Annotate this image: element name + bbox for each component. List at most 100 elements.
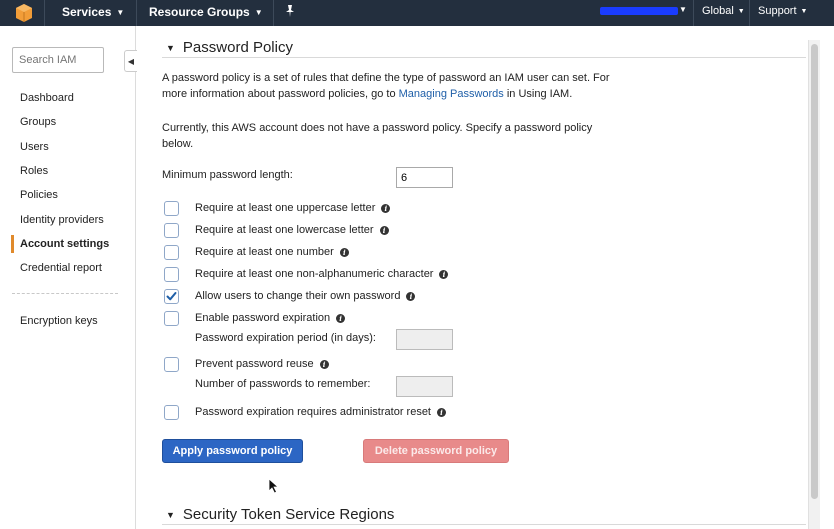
sidebar-item-roles[interactable]: Roles — [0, 159, 135, 183]
account-name[interactable] — [600, 7, 678, 15]
admin-reset-checkbox[interactable] — [164, 404, 179, 420]
info-icon[interactable]: i — [406, 291, 416, 301]
option-label: Prevent password reuse i — [195, 358, 329, 370]
sidebar-item-label: Identity providers — [20, 213, 104, 226]
expiration-period-label: Password expiration period (in days): — [195, 332, 376, 344]
option-text: Password expiration requires administrat… — [195, 406, 431, 418]
option-label: Require at least one number i — [195, 246, 349, 258]
sidebar-item-credential-report[interactable]: Credential report — [0, 256, 135, 280]
option-text: Prevent password reuse — [195, 358, 314, 370]
services-menu[interactable]: Services ▼ — [62, 5, 124, 19]
main-scrollbar[interactable] — [808, 40, 820, 529]
remember-count-input[interactable] — [396, 376, 453, 397]
non-alphanumeric-checkbox[interactable] — [164, 266, 179, 282]
option-text: Enable password expiration — [195, 312, 331, 324]
chevron-down-icon: ▼ — [254, 7, 263, 17]
min-length-label: Minimum password length: — [162, 169, 293, 181]
collapse-triangle-icon: ▼ — [166, 509, 175, 520]
sidebar-item-label: Account settings — [20, 237, 110, 250]
support-label: Support — [758, 5, 797, 17]
prevent-reuse-checkbox[interactable] — [164, 356, 179, 372]
sidebar-item-label: Encryption keys — [20, 315, 98, 328]
option-label: Password expiration requires administrat… — [195, 406, 446, 418]
pushpin-icon[interactable] — [284, 4, 296, 18]
option-text: Allow users to change their own password — [195, 290, 401, 302]
section-title: Password Policy — [182, 39, 293, 56]
option-allow-change[interactable]: Allow users to change their own password… — [164, 288, 416, 304]
collapse-triangle-icon: ▼ — [166, 42, 175, 53]
nav-divider — [749, 0, 750, 26]
option-text: Require at least one lowercase letter — [195, 224, 374, 236]
checkmark-icon — [166, 291, 177, 300]
option-text: Require at least one number — [195, 246, 334, 258]
info-icon[interactable]: i — [379, 225, 389, 235]
apply-password-policy-button[interactable]: Apply password policy — [162, 439, 303, 463]
mouse-cursor-icon — [268, 478, 280, 494]
info-icon[interactable]: i — [319, 359, 329, 369]
aws-cube-icon[interactable] — [14, 3, 34, 23]
expiration-period-input[interactable] — [396, 329, 453, 350]
search-iam-input[interactable] — [12, 47, 104, 73]
managing-passwords-link[interactable]: Managing Passwords — [399, 88, 504, 100]
option-non-alphanumeric[interactable]: Require at least one non-alphanumeric ch… — [164, 266, 449, 282]
resource-groups-menu[interactable]: Resource Groups ▼ — [149, 5, 263, 19]
lowercase-checkbox[interactable] — [164, 222, 179, 238]
sts-regions-header[interactable]: ▼ Security Token Service Regions — [162, 505, 806, 525]
remember-label: Number of passwords to remember: — [195, 378, 371, 390]
option-text: Require at least one non-alphanumeric ch… — [195, 268, 434, 280]
option-label: Require at least one non-alphanumeric ch… — [195, 268, 449, 280]
sidebar-item-label: Policies — [20, 189, 58, 202]
resource-groups-label: Resource Groups — [149, 5, 250, 19]
option-number[interactable]: Require at least one number i — [164, 244, 349, 260]
sidebar-item-label: Roles — [20, 165, 49, 178]
sidebar-item-label: Dashboard — [20, 92, 74, 105]
sidebar-menu: Dashboard Groups Users Roles Policies Id… — [0, 86, 135, 280]
option-text: Require at least one uppercase letter — [195, 202, 376, 214]
sidebar-item-dashboard[interactable]: Dashboard — [0, 86, 135, 110]
option-uppercase[interactable]: Require at least one uppercase letter i — [164, 200, 391, 216]
services-label: Services — [62, 5, 112, 19]
support-menu[interactable]: Support ▼ — [758, 5, 807, 17]
option-lowercase[interactable]: Require at least one lowercase letter i — [164, 222, 389, 238]
option-label: Require at least one uppercase letter i — [195, 202, 391, 214]
expiration-checkbox[interactable] — [164, 310, 179, 326]
sidebar-item-label: Groups — [20, 116, 57, 129]
allow-change-checkbox[interactable] — [164, 288, 179, 304]
chevron-down-icon: ▼ — [800, 7, 808, 15]
nav-divider — [273, 0, 274, 26]
info-icon[interactable]: i — [437, 407, 446, 417]
chevron-down-icon: ▼ — [116, 7, 125, 17]
option-admin-reset[interactable]: Password expiration requires administrat… — [164, 404, 446, 420]
section-title: Security Token Service Regions — [182, 506, 395, 523]
password-policy-intro: A password policy is a set of rules that… — [162, 70, 622, 102]
info-icon[interactable]: i — [339, 247, 349, 257]
uppercase-checkbox[interactable] — [164, 200, 179, 216]
info-icon[interactable]: i — [336, 313, 346, 323]
sidebar-divider — [12, 293, 118, 294]
delete-password-policy-button[interactable]: Delete password policy — [363, 439, 509, 463]
sidebar-item-policies[interactable]: Policies — [0, 183, 135, 207]
sidebar-item-users[interactable]: Users — [0, 135, 135, 159]
info-icon[interactable]: i — [381, 203, 391, 213]
sidebar-item-encryption-keys[interactable]: Encryption keys — [0, 309, 135, 333]
sidebar-item-groups[interactable]: Groups — [0, 110, 135, 134]
scrollbar-thumb[interactable] — [811, 44, 818, 499]
password-policy-header[interactable]: ▼ Password Policy — [162, 38, 806, 58]
info-icon[interactable]: i — [439, 269, 449, 279]
password-policy-status: Currently, this AWS account does not hav… — [162, 122, 593, 150]
top-navigation-bar: Services ▼ Resource Groups ▼ ▼ Global ▼ … — [0, 0, 834, 26]
option-expiration[interactable]: Enable password expiration i — [164, 310, 346, 326]
nav-divider — [136, 0, 137, 26]
sidebar-item-account-settings[interactable]: Account settings — [0, 232, 135, 256]
collapse-sidebar-button[interactable]: ◀ — [124, 50, 137, 72]
sidebar-item-identity-providers[interactable]: Identity providers — [0, 207, 135, 231]
min-length-input[interactable] — [396, 167, 453, 188]
option-label: Enable password expiration i — [195, 312, 346, 324]
option-prevent-reuse[interactable]: Prevent password reuse i — [164, 356, 329, 372]
chevron-down-icon: ▼ — [737, 7, 745, 15]
region-menu[interactable]: Global ▼ — [702, 5, 745, 17]
number-checkbox[interactable] — [164, 244, 179, 260]
intro-text-suffix: in Using IAM. — [503, 88, 573, 100]
chevron-down-icon: ▼ — [679, 5, 687, 14]
sidebar-item-label: Users — [20, 140, 49, 153]
